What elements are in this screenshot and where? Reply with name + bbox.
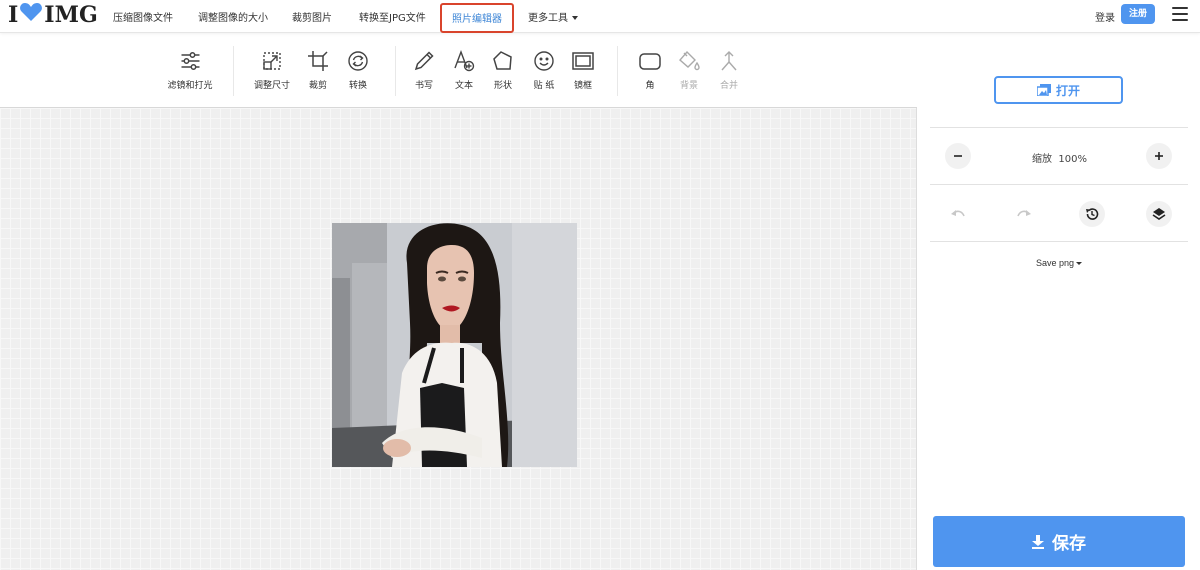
tool-text-label: 文本 [454,81,473,91]
download-icon [1032,534,1044,549]
save-format-dropdown[interactable]: Save png [1036,258,1083,268]
editor-canvas[interactable] [0,108,917,570]
zoom-readout: 缩放 100% [1032,150,1087,165]
tool-draw[interactable]: 书写 [413,50,435,91]
heart-icon [19,2,43,28]
logo-right-text: IMG [44,2,98,28]
resize-icon [263,52,281,70]
tool-frame-label: 镜框 [573,81,592,91]
rounded-corner-icon [639,53,661,70]
tool-draw-label: 书写 [414,81,433,91]
tool-resize[interactable]: 调整尺寸 [254,50,290,91]
nav-convert-to-jpg[interactable]: 转换至JPG文件 [359,9,426,24]
images-icon [1036,84,1051,96]
tool-resize-label: 调整尺寸 [253,81,291,91]
tool-filters[interactable]: 滤镜和打光 [167,50,213,91]
rotate-icon [348,51,368,71]
tool-corners-label: 角 [645,81,655,91]
tool-frame[interactable]: 镜框 [572,50,594,91]
undo-button[interactable] [945,201,971,227]
redo-button[interactable] [1011,201,1037,227]
nav-compress-image[interactable]: 压缩图像文件 [113,9,173,24]
toolbar-divider [395,46,396,96]
open-button[interactable]: 打开 [994,76,1123,104]
panel-divider [930,127,1188,128]
logo[interactable]: I IMG [8,2,98,28]
tool-crop[interactable]: 裁剪 [307,50,329,91]
redo-icon [1017,210,1031,217]
portrait-photo [332,223,577,467]
tool-text[interactable]: 文本 [453,50,475,91]
edited-photo[interactable] [332,223,577,467]
hamburger-menu-icon[interactable] [1172,7,1188,21]
merge-icon [721,51,737,71]
save-button-label: 保存 [1052,534,1086,554]
nav-photo-editor[interactable]: 照片编辑器 [440,3,514,33]
history-button[interactable] [1079,201,1105,227]
tool-crop-label: 裁剪 [308,81,327,91]
layers-button[interactable] [1146,201,1172,227]
caret-down-icon [572,16,578,20]
caret-down-icon [1076,262,1083,266]
login-link[interactable]: 登录 [1095,9,1115,24]
zoom-in-button[interactable] [1146,143,1172,169]
top-navbar: I IMG 压缩图像文件 调整图像的大小 裁剪图片 转换至JPG文件 照片编辑器… [0,0,1200,33]
tool-shape[interactable]: 形状 [492,50,514,91]
tool-merge: 合并 [718,50,740,91]
zoom-out-button[interactable] [945,143,971,169]
tool-transform-label: 转换 [348,81,367,91]
toolbar-divider [233,46,234,96]
toolbar-divider [617,46,618,96]
pentagon-icon [493,51,512,70]
panel-divider [930,184,1188,185]
tool-background: 背景 [678,50,700,91]
sliders-icon [180,52,199,70]
undo-icon [951,210,965,217]
frame-icon [572,52,594,70]
nav-more-tools[interactable]: 更多工具 [528,9,578,24]
plus-icon [1155,152,1163,160]
logo-left-text: I [8,2,19,28]
tool-shape-label: 形状 [493,81,512,91]
panel-divider [930,241,1188,242]
zoom-label: 缩放 [1032,154,1052,165]
right-panel: 打开 缩放 100% Save png 保存 [918,34,1200,570]
tool-transform[interactable]: 转换 [347,50,369,91]
nav-resize-image[interactable]: 调整图像的大小 [198,9,268,24]
crop-icon [308,51,328,71]
paint-bucket-icon [679,50,700,71]
nav-more-tools-label: 更多工具 [528,13,568,24]
layers-icon [1152,208,1166,220]
smiley-icon [534,51,554,71]
text-add-icon [454,50,475,72]
editor-toolbar: 滤镜和打光 调整尺寸 裁剪 转换 书写 文本 形状 贴 纸 镜框 角 背景 合并 [0,34,917,108]
signup-button[interactable]: 注册 [1121,4,1155,24]
tool-corners[interactable]: 角 [639,50,661,91]
pencil-icon [414,51,434,71]
tool-filters-label: 滤镜和打光 [167,81,213,91]
tool-background-label: 背景 [679,81,698,91]
nav-crop-image[interactable]: 裁剪图片 [292,9,332,24]
tool-sticker[interactable]: 贴 纸 [533,50,555,91]
save-button[interactable]: 保存 [933,516,1185,567]
tool-merge-label: 合并 [719,81,738,91]
open-button-label: 打开 [1055,83,1080,98]
tool-sticker-label: 贴 纸 [533,81,555,91]
zoom-value: 100% [1058,154,1087,165]
minus-icon [954,155,962,157]
history-icon [1086,208,1099,220]
save-format-label: Save png [1036,258,1075,268]
